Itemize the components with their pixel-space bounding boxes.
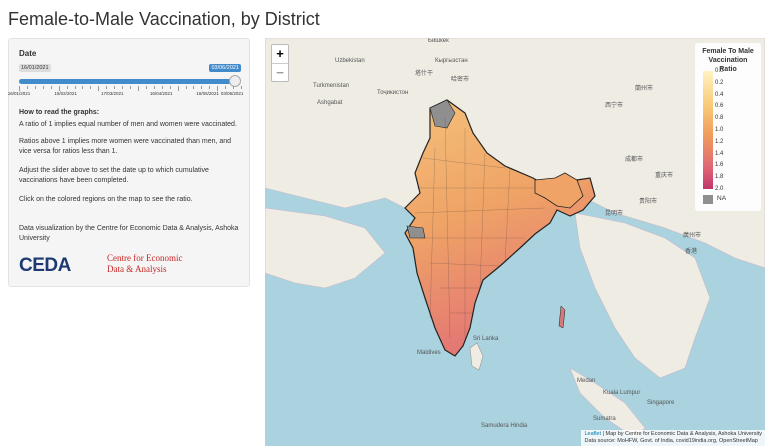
slider-grid-tick xyxy=(66,86,68,89)
slider-grid-tick xyxy=(209,86,211,89)
date-label: Date xyxy=(19,49,37,58)
slider-tick-label: 17/03/2021 xyxy=(100,91,124,96)
map-attribution: Leaflet | Map by Centre for Economic Dat… xyxy=(581,430,765,446)
slider-grid-tick xyxy=(42,86,44,89)
logo-line: Centre for Economic xyxy=(107,253,183,263)
legend-tick: 0.0 xyxy=(715,68,724,74)
map-place-label: 廣州市 xyxy=(683,233,702,239)
map-place-label: Тоҷикистон xyxy=(377,90,409,96)
map-place-label: 塔什干 xyxy=(415,71,434,77)
map-place-label: 成都市 xyxy=(625,157,644,163)
map-place-label: 重庆市 xyxy=(655,173,674,179)
legend-tick: 2.0 xyxy=(715,186,724,192)
slider-grid-tick xyxy=(26,86,28,89)
map-place-label: Singapore xyxy=(647,400,675,406)
map-place-label: Kuala Lumpur xyxy=(603,390,641,396)
slider-bar xyxy=(19,79,233,84)
choropleth-map[interactable]: Бишкек Uzbekistan Кыргызстан Turkmenista… xyxy=(265,38,765,446)
legend-tick: 1.8 xyxy=(715,174,724,181)
slider-grid-tick xyxy=(193,86,195,89)
ceda-logo: CEDA Centre for Economic Data & Analysis xyxy=(19,253,194,279)
map-place-label: Uzbekistan xyxy=(335,58,365,64)
slider-to-badge: 03/06/2021 xyxy=(209,64,241,72)
map-place-label: 哈密市 xyxy=(451,77,470,83)
zoom-out-button[interactable]: − xyxy=(272,63,288,81)
slider-grid-tick xyxy=(201,86,203,89)
legend-tick: 1.0 xyxy=(715,127,724,133)
legend-tick: 0.8 xyxy=(715,115,724,122)
andaman-islands xyxy=(558,305,566,329)
map-place-label: 香港 xyxy=(685,249,698,255)
slider-grid-tick xyxy=(34,86,36,89)
map-place-label: Кыргызстан xyxy=(435,58,468,64)
legend-tick: 1.6 xyxy=(715,162,724,169)
help-text: Adjust the slider above to set the date … xyxy=(19,167,209,184)
map-place-label: Maldives xyxy=(417,350,441,356)
legend-na-swatch xyxy=(703,195,713,204)
legend-tick: 1.4 xyxy=(715,150,724,157)
sri-lanka xyxy=(469,342,484,371)
attribution-text: | Map by Centre for Economic Data & Anal… xyxy=(602,431,762,437)
map-place-label: 蘭州市 xyxy=(635,86,654,92)
slider-grid-tick xyxy=(233,86,235,89)
legend-tick: 1.2 xyxy=(715,138,724,145)
map-place-label: 西宁市 xyxy=(605,103,624,109)
slider-grid-tick xyxy=(90,86,92,89)
map-place-label: Sri Lanka xyxy=(473,336,499,342)
slider-grid-tick xyxy=(106,86,108,89)
slider-grid-tick xyxy=(122,86,124,89)
land-arabia xyxy=(265,207,386,289)
help-text: Ratios above 1 implies more women were v… xyxy=(19,138,232,155)
zoom-control: + − xyxy=(271,44,289,82)
slider-tick-label: 15/02/2021 xyxy=(54,91,77,96)
slider-tick-labels: 16/01/2021 15/02/2021 17/03/2021 16/04/2… xyxy=(8,91,244,99)
slider-tick-label: 16/04/2021 xyxy=(149,91,173,96)
slider-grid-tick xyxy=(130,86,131,89)
map-place-label: Бишкек xyxy=(428,38,449,44)
map-place-label: Medan xyxy=(577,378,596,384)
slider-grid-tick xyxy=(50,86,52,89)
map-place-label: 贵阳市 xyxy=(639,199,658,205)
map-place-label: Ashgabat xyxy=(317,100,343,106)
logo-line: Data & Analysis xyxy=(107,264,167,274)
help-text: Click on the colored regions on the map … xyxy=(19,196,193,203)
slider-grid-tick xyxy=(185,86,187,89)
slider-grid-tick xyxy=(169,86,171,89)
map-place-label: 昆明市 xyxy=(605,211,624,217)
slider-tick-label: 16/05/2021 xyxy=(196,91,219,96)
slider-grid-tick xyxy=(114,86,116,89)
slider-from-badge: 16/01/2021 xyxy=(19,64,51,72)
page-title: Female-to-Male Vaccination, by District xyxy=(8,9,320,29)
sidebar-panel: Date 16/01/2021 03/06/2021 16/01/2021 15… xyxy=(8,38,250,287)
help-text: A ratio of 1 implies equal number of men… xyxy=(19,121,237,128)
legend-na-label: NA xyxy=(717,195,727,202)
date-slider[interactable]: 16/01/2021 03/06/2021 16/01/2021 15/02/2… xyxy=(8,63,244,103)
slider-tick-label: 03/06/2021 xyxy=(220,91,244,96)
legend-title: Female To Male Vaccination Ratio xyxy=(702,48,754,73)
slider-grid-tick xyxy=(153,86,155,89)
slider-tick-label: 16/01/2021 xyxy=(7,91,31,96)
slider-grid-tick xyxy=(82,86,84,89)
attribution-source: Data source: MoHFW, Govt. of India, covi… xyxy=(584,438,758,444)
legend-tick: 0.4 xyxy=(715,91,724,98)
slider-grid-tick xyxy=(145,86,147,89)
leaflet-link[interactable]: Leaflet xyxy=(584,431,601,437)
slider-grid-tick xyxy=(241,86,242,89)
zoom-in-button[interactable]: + xyxy=(272,45,288,63)
logo-mark: CEDA xyxy=(19,255,71,276)
legend-colorbar xyxy=(703,71,713,189)
map-place-label: Turkmenistan xyxy=(313,83,350,89)
map-place-label: Sumatra xyxy=(593,416,616,422)
howto-title: How to read the graphs: xyxy=(19,109,100,116)
map-legend: Female To Male Vaccination Ratio 0.0 0.2… xyxy=(695,43,761,211)
legend-tick: 0.2 xyxy=(715,79,724,86)
credit-text: Data visualization by the Centre for Eco… xyxy=(19,225,239,242)
na-region-west xyxy=(406,225,426,239)
slider-grid-tick xyxy=(74,86,76,89)
map-place-label: Samudera Hindia xyxy=(481,423,528,429)
slider-grid-tick xyxy=(225,86,227,89)
slider-grid-tick xyxy=(161,86,163,89)
legend-tick: 0.6 xyxy=(715,103,724,110)
logo-text: Centre for Economic Data & Analysis xyxy=(107,253,182,275)
